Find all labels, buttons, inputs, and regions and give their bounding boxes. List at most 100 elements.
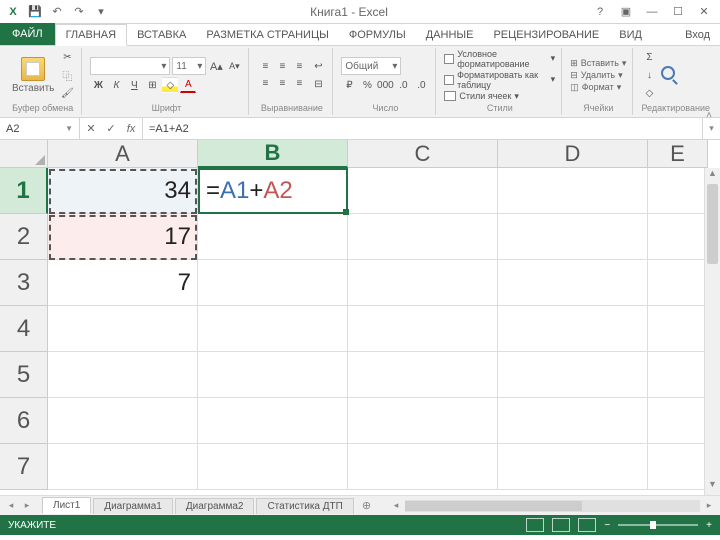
cell-c1[interactable] — [348, 168, 498, 214]
col-header-c[interactable]: C — [348, 140, 498, 168]
cell-grid[interactable]: A B C D E 1 34 =A1+A2 2 17 3 7 4 5 6 7 — [0, 140, 720, 490]
zoom-out-button[interactable]: − — [604, 520, 610, 531]
tab-formulas[interactable]: ФОРМУЛЫ — [339, 25, 416, 45]
cell-e7[interactable] — [648, 444, 708, 490]
vscroll-thumb[interactable] — [707, 184, 718, 264]
view-page-layout-button[interactable] — [552, 518, 570, 532]
italic-button[interactable]: К — [108, 77, 124, 93]
align-right-button[interactable]: ≡ — [291, 76, 307, 92]
tab-review[interactable]: РЕЦЕНЗИРОВАНИЕ — [483, 25, 609, 45]
tab-home[interactable]: ГЛАВНАЯ — [55, 24, 127, 46]
cell-b7[interactable] — [198, 444, 348, 490]
chevron-down-icon[interactable]: ▼ — [65, 124, 73, 133]
copy-button[interactable]: ⿻ — [59, 67, 75, 83]
tab-insert[interactable]: ВСТАВКА — [127, 25, 196, 45]
decrease-decimal-button[interactable]: .0 — [413, 77, 429, 93]
qat-customize-icon[interactable]: ▾ — [92, 3, 110, 21]
cell-c3[interactable] — [348, 260, 498, 306]
align-bottom-button[interactable]: ≡ — [291, 59, 307, 75]
vertical-scrollbar[interactable]: ▲ ▼ — [704, 168, 720, 495]
cell-e1[interactable] — [648, 168, 708, 214]
format-painter-button[interactable]: 🖌 — [59, 85, 75, 101]
col-header-a[interactable]: A — [48, 140, 198, 168]
row-header-2[interactable]: 2 — [0, 214, 48, 260]
cell-b5[interactable] — [198, 352, 348, 398]
cell-e3[interactable] — [648, 260, 708, 306]
horizontal-scrollbar[interactable]: ◂ ▸ — [389, 500, 716, 512]
cell-e5[interactable] — [648, 352, 708, 398]
cell-b3[interactable] — [198, 260, 348, 306]
close-button[interactable]: ✕ — [692, 2, 716, 22]
align-top-button[interactable]: ≡ — [257, 59, 273, 75]
currency-button[interactable]: ₽ — [341, 77, 357, 93]
ribbon-options-button[interactable]: ▣ — [614, 2, 638, 22]
cell-a3[interactable]: 7 — [48, 260, 198, 306]
thousands-button[interactable]: 000 — [377, 77, 393, 93]
format-cells-button[interactable]: ◫ Формат ▾ — [570, 82, 626, 93]
font-name-combo[interactable]: ▾ — [90, 57, 170, 75]
cancel-formula-button[interactable]: ✕ — [84, 122, 98, 135]
sheet-tab-0[interactable]: Лист1 — [42, 497, 91, 514]
autosum-button[interactable]: Σ — [641, 49, 657, 65]
tab-data[interactable]: ДАННЫЕ — [416, 25, 484, 45]
redo-button[interactable]: ↷ — [70, 3, 88, 21]
tab-file[interactable]: ФАЙЛ — [0, 23, 55, 45]
zoom-slider[interactable] — [618, 524, 698, 526]
insert-function-button[interactable]: fx — [124, 123, 138, 135]
cell-d5[interactable] — [498, 352, 648, 398]
cell-d7[interactable] — [498, 444, 648, 490]
increase-font-button[interactable]: A▴ — [208, 58, 224, 74]
cell-e4[interactable] — [648, 306, 708, 352]
sheet-tab-3[interactable]: Статистика ДТП — [256, 498, 353, 514]
number-format-combo[interactable]: Общий▾ — [341, 57, 401, 75]
scroll-up-button[interactable]: ▲ — [705, 168, 720, 184]
align-left-button[interactable]: ≡ — [257, 76, 273, 92]
font-size-combo[interactable]: 11▾ — [172, 57, 206, 75]
sheet-nav-prev[interactable]: ◂ — [4, 500, 18, 511]
signin-link[interactable]: Вход — [675, 25, 720, 45]
help-button[interactable]: ? — [588, 2, 612, 22]
undo-button[interactable]: ↶ — [48, 3, 66, 21]
cell-a6[interactable] — [48, 398, 198, 444]
underline-button[interactable]: Ч — [126, 77, 142, 93]
cell-d1[interactable] — [498, 168, 648, 214]
cell-styles-button[interactable]: Стили ячеек ▾ — [444, 91, 555, 102]
cut-button[interactable]: ✂ — [59, 49, 75, 65]
cell-a1[interactable]: 34 — [48, 168, 198, 214]
save-button[interactable]: 💾 — [26, 3, 44, 21]
find-select-button[interactable] — [660, 65, 680, 85]
row-header-1[interactable]: 1 — [0, 168, 48, 214]
row-header-3[interactable]: 3 — [0, 260, 48, 306]
cell-d4[interactable] — [498, 306, 648, 352]
cell-b4[interactable] — [198, 306, 348, 352]
tab-page-layout[interactable]: РАЗМЕТКА СТРАНИЦЫ — [196, 25, 338, 45]
insert-cells-button[interactable]: ⊞ Вставить ▾ — [570, 58, 626, 69]
paste-button[interactable]: Вставить — [10, 55, 56, 96]
maximize-button[interactable]: ☐ — [666, 2, 690, 22]
col-header-e[interactable]: E — [648, 140, 708, 168]
increase-decimal-button[interactable]: .0 — [395, 77, 411, 93]
align-center-button[interactable]: ≡ — [274, 76, 290, 92]
cell-a7[interactable] — [48, 444, 198, 490]
cell-c4[interactable] — [348, 306, 498, 352]
row-header-7[interactable]: 7 — [0, 444, 48, 490]
name-box[interactable]: A2 ▼ — [0, 118, 80, 139]
collapse-ribbon-button[interactable]: ˄ — [706, 110, 712, 121]
wrap-text-button[interactable]: ↩ — [310, 58, 326, 74]
decrease-font-button[interactable]: A▾ — [226, 58, 242, 74]
select-all-corner[interactable] — [0, 140, 48, 168]
hscroll-right-button[interactable]: ▸ — [702, 500, 716, 511]
delete-cells-button[interactable]: ⊟ Удалить ▾ — [570, 70, 626, 81]
formula-input[interactable]: =A1+A2 — [143, 118, 702, 139]
enter-formula-button[interactable]: ✓ — [104, 122, 118, 135]
border-button[interactable]: ⊞ — [144, 77, 160, 93]
row-header-4[interactable]: 4 — [0, 306, 48, 352]
col-header-b[interactable]: B — [198, 140, 348, 168]
cell-d6[interactable] — [498, 398, 648, 444]
cell-b6[interactable] — [198, 398, 348, 444]
cell-e2[interactable] — [648, 214, 708, 260]
format-as-table-button[interactable]: Форматировать как таблицу ▾ — [444, 70, 555, 90]
col-header-d[interactable]: D — [498, 140, 648, 168]
align-middle-button[interactable]: ≡ — [274, 59, 290, 75]
cell-b1[interactable]: =A1+A2 — [198, 168, 348, 214]
